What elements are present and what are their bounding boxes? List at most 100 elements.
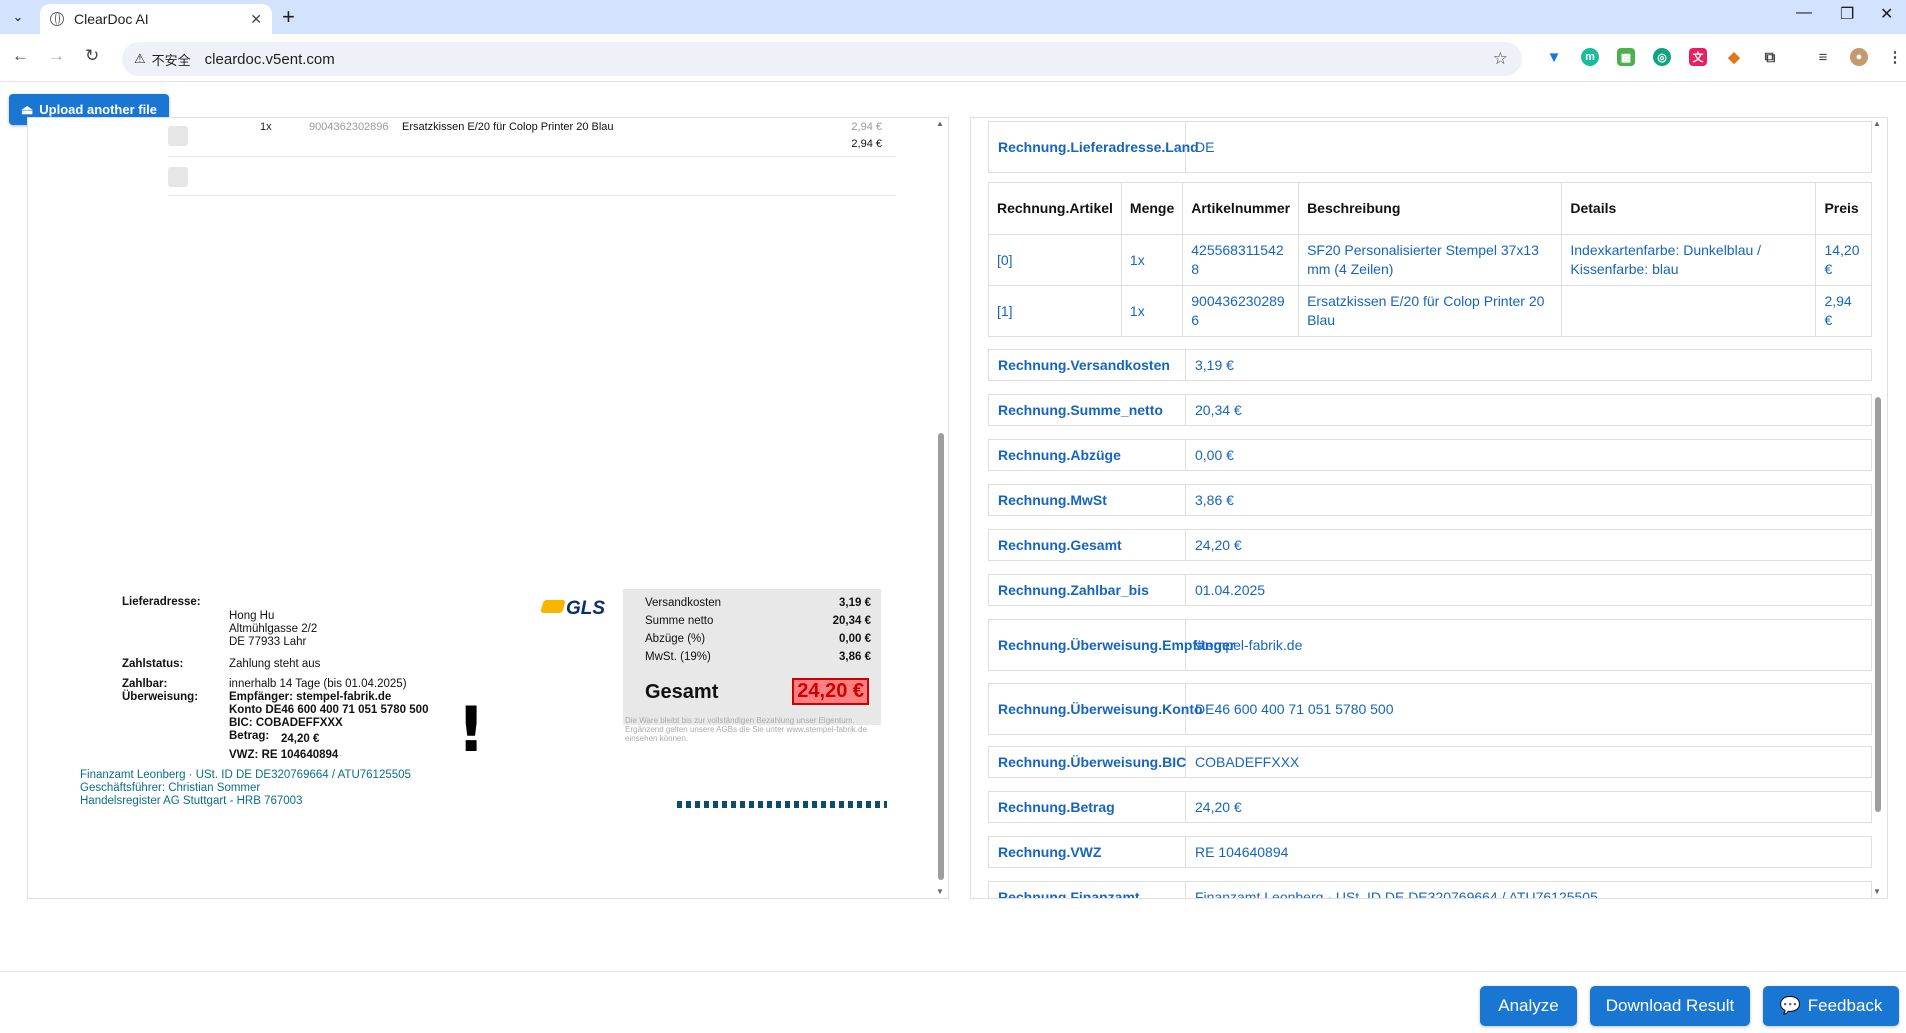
lieferadresse-label: Lieferadresse: [122,596,201,608]
media-queue-icon[interactable]: ≡ [1814,48,1832,66]
analyze-button[interactable]: Analyze [1480,986,1577,1026]
result-field: Rechnung.Betrag 24,20 € [988,791,1872,823]
browser-tab-bar: ⌄ ClearDoc AI ✕ + — ❐ ✕ [0,0,1906,34]
totals-row: MwSt. (19%) 3,86 € [645,651,871,663]
tab-title: ClearDoc AI [74,11,149,27]
warning-icon[interactable]: ⚠ [134,51,146,67]
table-cell [1561,285,1817,337]
table-cell: [0] [988,234,1122,286]
download-result-button[interactable]: Download Result [1590,986,1750,1026]
vuetify-extension-icon[interactable]: ▼ [1545,48,1563,66]
minimize-icon[interactable]: — [1796,4,1812,22]
insecure-label[interactable]: 不安全 [152,50,191,69]
artikel-table: Rechnung.Artikel Menge Artikelnummer Bes… [988,182,1872,337]
chat-bubble-icon: 💬 [1779,996,1801,1015]
omnibox[interactable]: ⚠ 不安全 cleardoc.v5ent.com ☆ [122,42,1522,76]
fineprint: Die Ware bleibt bis zur vollständigen Be… [625,716,867,743]
metamask-fox-icon[interactable]: ◆ [1725,48,1743,66]
extension-translate-icon[interactable]: 文 [1689,48,1707,66]
profile-avatar[interactable]: ● [1850,48,1868,66]
result-field: Rechnung.Zahlbar_bis 01.04.2025 [988,574,1872,606]
scrollbar-thumb[interactable] [1875,397,1881,812]
result-field: Rechnung.Finanzamt Finanzamt Leonberg · U… [988,881,1872,898]
window-close-icon[interactable]: ✕ [1880,4,1893,24]
table-cell: 9004362302896 [1182,285,1300,337]
item-price-gray: 2,94 € [851,121,882,133]
address-line: Altmühlgasse 2/2 [229,623,318,635]
upload-button-label: Upload another file [39,102,158,117]
document-scrollbar[interactable]: ▲ ▼ [935,117,947,899]
item-article-no: 9004362302896 [309,121,389,133]
ueberweisung-line: Konto DE46 600 400 71 051 5780 500 [229,704,429,716]
scroll-up-arrow-icon[interactable]: ▲ [1873,119,1881,128]
zahlbar-label: Zahlbar: [122,678,168,690]
close-tab-icon[interactable]: ✕ [250,11,262,28]
gls-logo: GLS [540,598,605,620]
field-key: Rechnung.Lieferadresse.Land [989,122,1199,172]
extension-chat-icon[interactable]: ◎ [1653,48,1671,66]
action-bar: Analyze Download Result 💬 Feedback [0,971,1906,1033]
back-icon[interactable]: ← [12,46,29,66]
extension-m-icon[interactable]: m [1581,48,1599,66]
betrag-value: 24,20 € [281,733,320,745]
new-tab-icon[interactable]: + [282,4,295,30]
results-scrollbar[interactable]: ▲ ▼ [1872,117,1886,899]
scroll-down-arrow-icon[interactable]: ▼ [1873,887,1881,896]
zahlbar-value: innerhalb 14 Tage (bis 01.04.2025) [229,678,407,690]
footer-line: Geschäftsführer: Christian Sommer [80,782,261,794]
globe-icon [50,12,64,26]
column-header: Rechnung.Artikel [988,182,1122,235]
result-field: Rechnung.Abzüge 0,00 € [988,439,1872,471]
result-field: Rechnung.Gesamt 24,20 € [988,529,1872,561]
browser-tab[interactable]: ClearDoc AI ✕ [40,4,272,34]
scroll-down-arrow-icon[interactable]: ▼ [936,887,944,896]
table-row: [0] 1x 4255683115428 SF20 Personalisiert… [988,234,1872,286]
table-cell: SF20 Personalisierter Stempel 37x13 mm (… [1298,234,1563,286]
barcode [677,801,887,808]
table-cell: Indexkartenfarbe: Dunkelblau / Kissenfar… [1561,234,1817,286]
browser-menu-icon[interactable]: ⋮ [1886,48,1904,66]
column-header: Preis [1815,182,1872,235]
address-line: Hong Hu [229,610,275,622]
ueberweisung-line: Empfänger: stempel-fabrik.de [229,691,392,703]
table-cell: 1x [1120,234,1184,286]
betrag-label: Betrag: [229,730,270,742]
column-header: Artikelnummer [1182,182,1300,235]
field-value: DE [1195,139,1215,155]
forward-icon[interactable]: → [48,46,65,66]
column-header: Details [1561,182,1817,235]
column-header: Menge [1120,182,1184,235]
result-field-land: Rechnung.Lieferadresse.Land DE [988,121,1872,173]
totals-row: Abzüge (%) 0,00 € [645,633,871,645]
url-text[interactable]: cleardoc.v5ent.com [205,51,335,68]
extraction-results-panel[interactable]: Rechnung.Lieferadresse.Land DE Rechnung.… [970,117,1888,899]
zahlstatus-value: Zahlung steht aus [229,658,321,670]
document-preview-panel[interactable]: 1x 9004362302896 Ersatzkissen E/20 für C… [27,117,949,899]
restore-icon[interactable]: ❐ [1840,4,1854,24]
scroll-up-arrow-icon[interactable]: ▲ [936,119,944,128]
totals-row: Summe netto 20,34 € [645,615,871,627]
result-field: Rechnung.Überweisung.BIC COBADEFFXXX [988,746,1872,778]
totals-row: Versandkosten 3,19 € [645,597,871,609]
document-item-row: 1x 9004362302896 Ersatzkissen E/20 für C… [168,118,896,157]
gls-mail-icon [540,600,566,613]
extensions-puzzle-icon[interactable]: ⧉ [1761,48,1779,66]
table-row: [1] 1x 9004362302896 Ersatzkissen E/20 f… [988,285,1872,337]
tab-search-chevron-icon[interactable]: ⌄ [7,6,29,28]
result-field: Rechnung.Überweisung.Empfänger stempel-fa… [988,619,1872,671]
result-field: Rechnung.MwSt 3,86 € [988,484,1872,516]
result-field: Rechnung.Versandkosten 3,19 € [988,349,1872,381]
address-bar: ← → ↻ ⚠ 不安全 cleardoc.v5ent.com ☆ ▼ m ▦ ◎… [0,34,1906,82]
feedback-button[interactable]: 💬 Feedback [1763,986,1899,1026]
table-cell: [1] [988,285,1122,337]
scrollbar-thumb[interactable] [938,433,944,880]
totals-box: Versandkosten 3,19 € Summe netto 20,34 € A… [623,589,881,725]
reload-icon[interactable]: ↻ [85,46,99,66]
table-cell: 4255683115428 [1182,234,1300,286]
extension-grid-icon[interactable]: ▦ [1617,48,1635,66]
item-description: Ersatzkissen E/20 für Colop Printer 20 B… [402,121,614,133]
bookmark-star-icon[interactable]: ☆ [1493,49,1508,69]
item-qty: 1x [260,121,272,133]
gesamt-value: 24,20 € [792,678,869,705]
vwz-line: VWZ: RE 104640894 [229,749,339,761]
